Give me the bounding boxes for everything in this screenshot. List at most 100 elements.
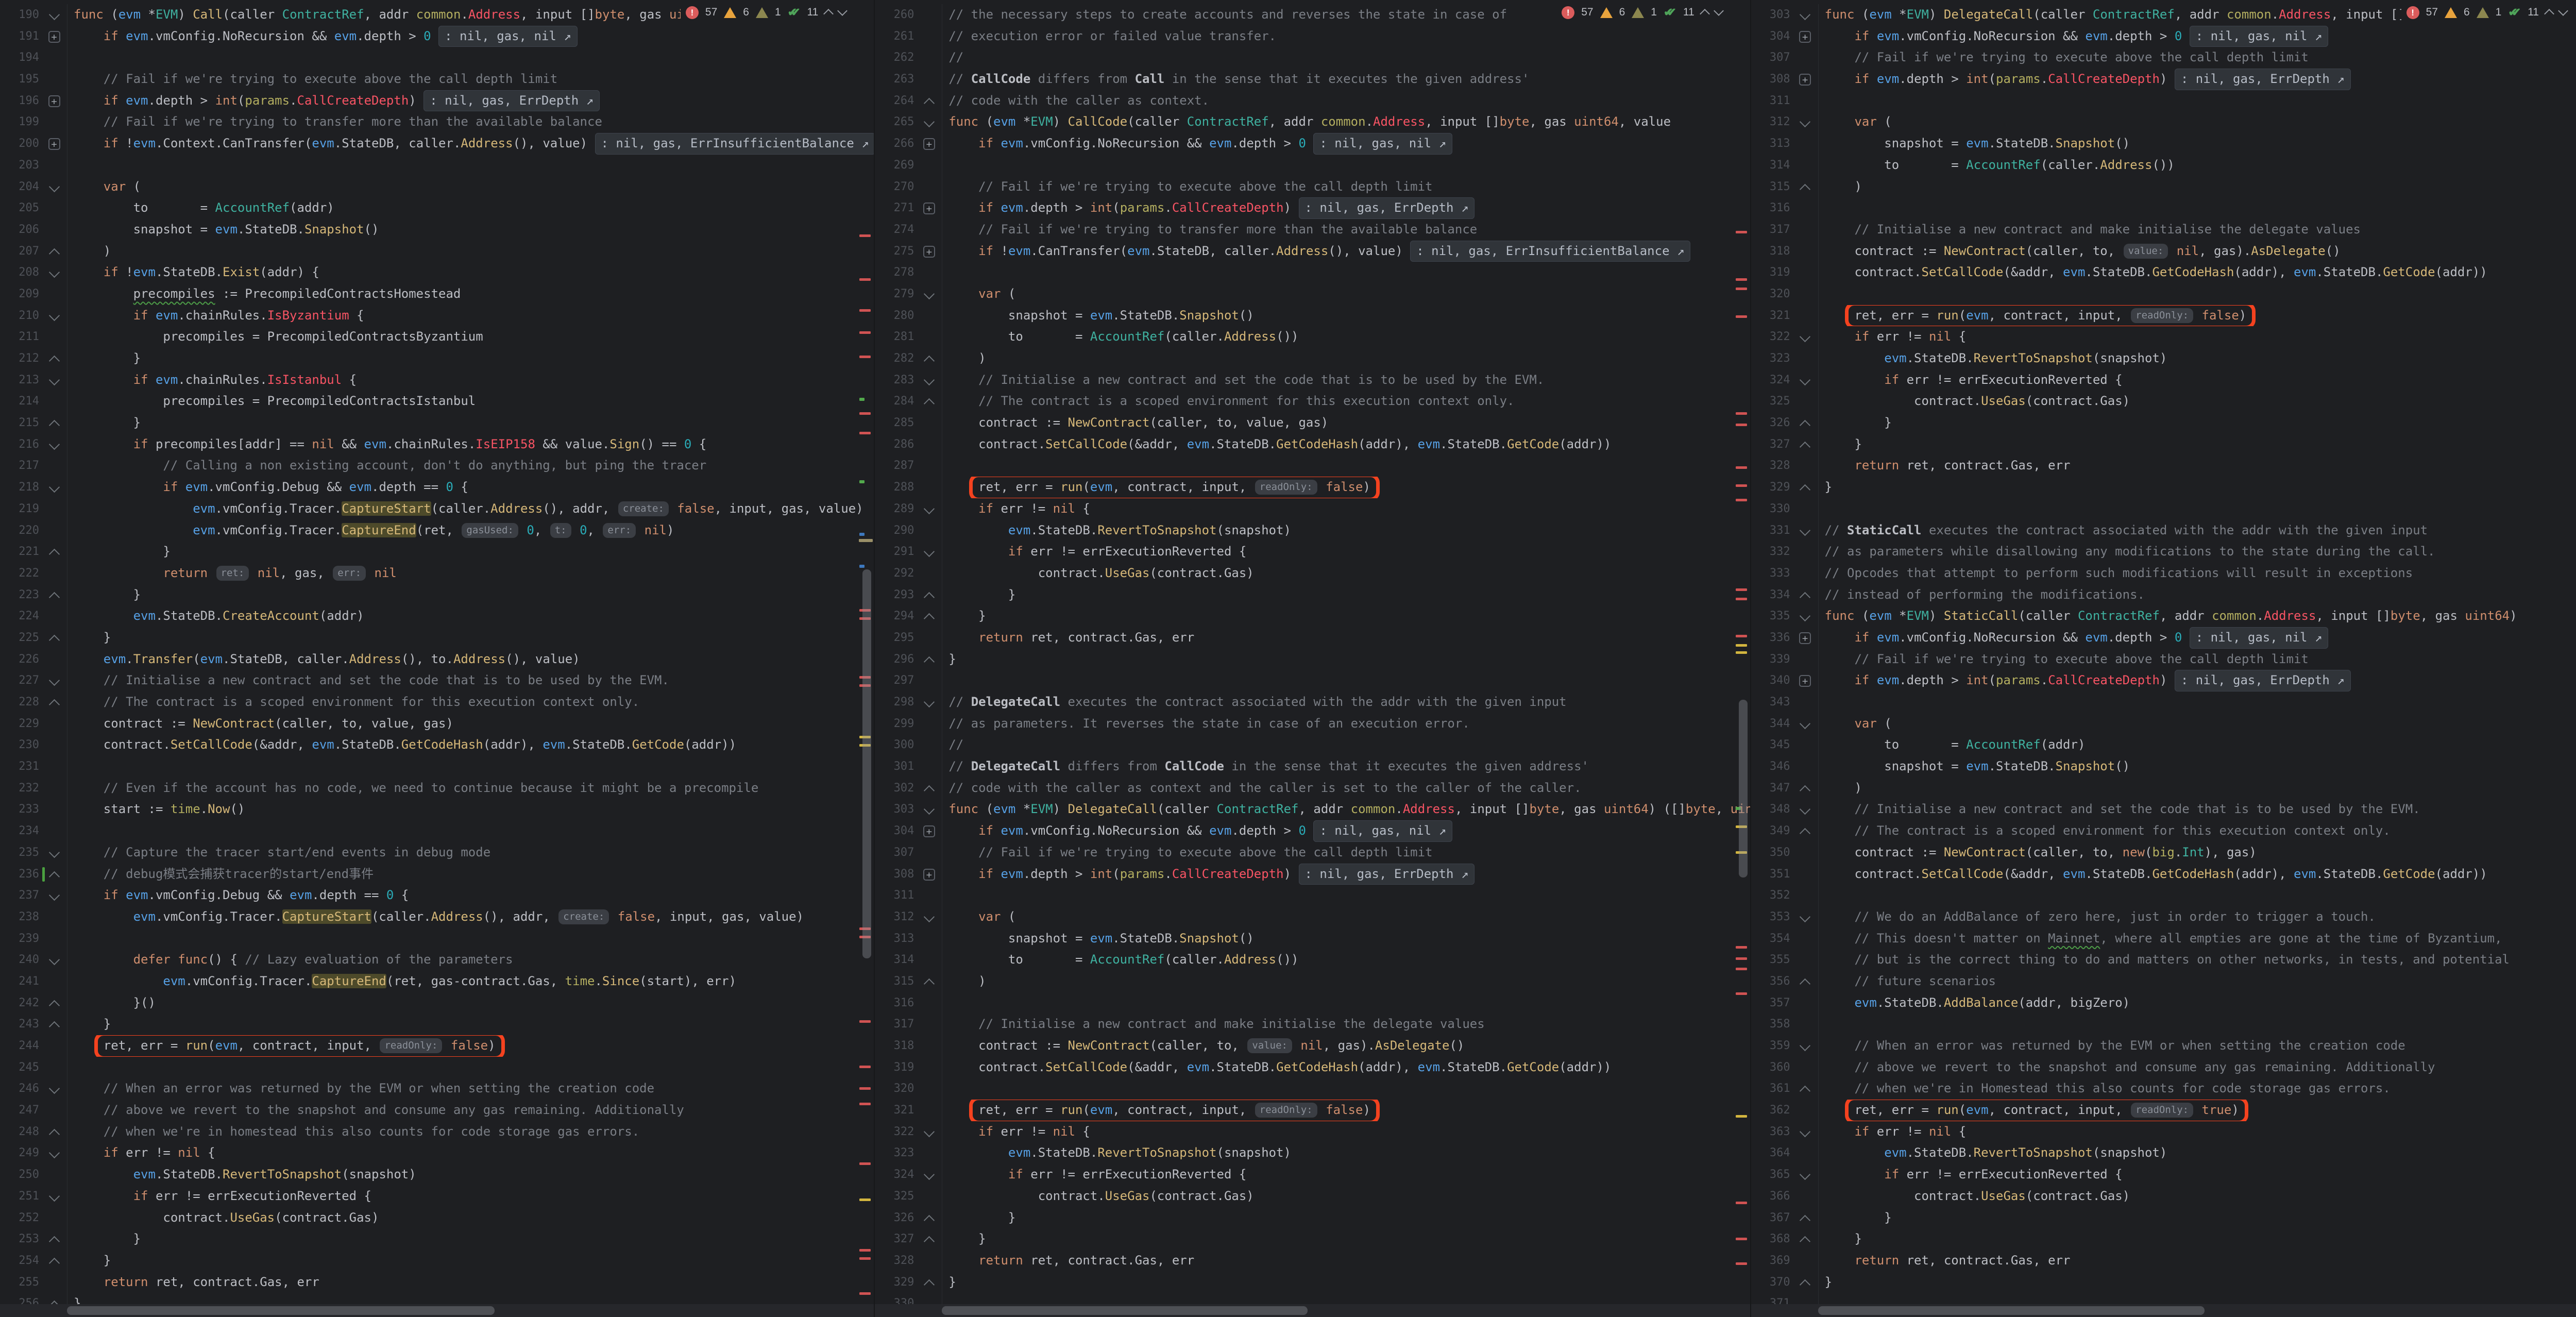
line-number[interactable]: 235 bbox=[0, 842, 41, 864]
line-number[interactable]: 297 bbox=[875, 670, 916, 691]
code-line-321[interactable]: 321 ret, err = run(evm, contract, input,… bbox=[1751, 305, 2576, 327]
line-number[interactable]: 301 bbox=[875, 756, 916, 778]
code-line-370[interactable]: 370} bbox=[1751, 1272, 2576, 1293]
code-text[interactable]: if err != errExecutionReverted { bbox=[1818, 1164, 2576, 1186]
code-line-253[interactable]: 253 } bbox=[0, 1228, 874, 1250]
line-number[interactable]: 329 bbox=[1751, 477, 1792, 498]
line-number[interactable]: 225 bbox=[0, 627, 41, 649]
code-text[interactable]: } bbox=[942, 1228, 1750, 1250]
code-text[interactable]: } bbox=[942, 649, 1750, 670]
code-line-359[interactable]: 359 // When an error was returned by the… bbox=[1751, 1035, 2576, 1057]
unfold-icon[interactable]: + bbox=[923, 202, 935, 214]
unfold-icon[interactable]: + bbox=[1799, 74, 1811, 86]
code-line-346[interactable]: 346 snapshot = evm.StateDB.Snapshot() bbox=[1751, 756, 2576, 778]
line-number[interactable]: 323 bbox=[875, 1142, 916, 1164]
fold-region-start-icon[interactable] bbox=[48, 482, 59, 493]
code-text[interactable]: // Fail if we're trying to execute above… bbox=[1818, 47, 2576, 69]
code-line-325[interactable]: 325 contract.UseGas(contract.Gas) bbox=[875, 1186, 1750, 1207]
line-number[interactable]: 313 bbox=[875, 928, 916, 950]
code-text[interactable] bbox=[1818, 197, 2576, 219]
code-text[interactable]: to = AccountRef(addr) bbox=[1818, 734, 2576, 756]
line-number[interactable]: 359 bbox=[1751, 1035, 1792, 1057]
code-text[interactable]: if evm.depth > int(params.CallCreateDept… bbox=[67, 90, 874, 112]
code-line-229[interactable]: 229 contract := NewContract(caller, to, … bbox=[0, 713, 874, 735]
unfold-icon[interactable]: + bbox=[1799, 31, 1811, 43]
code-line-295[interactable]: 295 return ret, contract.Gas, err bbox=[875, 627, 1750, 649]
line-number[interactable]: 326 bbox=[875, 1207, 916, 1229]
code-line-339[interactable]: 339 // Fail if we're trying to execute a… bbox=[1751, 649, 2576, 670]
code-line-312[interactable]: 312 var ( bbox=[875, 906, 1750, 928]
code-text[interactable]: ) bbox=[1818, 176, 2576, 198]
fold-region-start-icon[interactable] bbox=[1800, 1126, 1810, 1137]
code-text[interactable]: contract.SetCallCode(&addr, evm.StateDB.… bbox=[67, 734, 874, 756]
code-line-323[interactable]: 323 evm.StateDB.RevertToSnapshot(snapsho… bbox=[1751, 348, 2576, 369]
code-line-294[interactable]: 294 } bbox=[875, 605, 1750, 627]
line-number[interactable]: 303 bbox=[1751, 4, 1792, 26]
line-number[interactable]: 286 bbox=[875, 434, 916, 455]
code-line-271[interactable]: 271+ if evm.depth > int(params.CallCreat… bbox=[875, 197, 1750, 219]
code-text[interactable]: contract := NewContract(caller, to, new(… bbox=[1818, 842, 2576, 864]
previous-problem-button[interactable] bbox=[2544, 9, 2554, 19]
line-number[interactable]: 307 bbox=[1751, 47, 1792, 69]
folded-code-chip[interactable]: : nil, gas, ErrInsufficientBalance ↗ bbox=[595, 133, 874, 155]
code-line-265[interactable]: 265func (evm *EVM) CallCode(caller Contr… bbox=[875, 111, 1750, 133]
folded-code-chip[interactable]: : nil, gas, ErrInsufficientBalance ↗ bbox=[1410, 241, 1690, 262]
code-text[interactable]: } bbox=[942, 1272, 1750, 1293]
line-number[interactable]: 236 bbox=[0, 864, 41, 885]
fold-region-end-icon[interactable] bbox=[48, 635, 59, 646]
code-text[interactable]: return ret, contract.Gas, err bbox=[67, 1272, 874, 1293]
code-text[interactable]: ret, err = run(evm, contract, input, rea… bbox=[942, 477, 1750, 498]
fold-region-end-icon[interactable] bbox=[924, 785, 935, 796]
line-number[interactable]: 329 bbox=[875, 1272, 916, 1293]
line-number[interactable]: 243 bbox=[0, 1014, 41, 1035]
code-text[interactable] bbox=[67, 155, 874, 176]
code-text[interactable] bbox=[1818, 90, 2576, 112]
line-number[interactable]: 208 bbox=[0, 262, 41, 283]
line-number[interactable]: 199 bbox=[0, 111, 41, 133]
code-text[interactable]: } bbox=[1818, 1207, 2576, 1229]
code-text[interactable]: contract := NewContract(caller, to, valu… bbox=[1818, 241, 2576, 262]
code-line-205[interactable]: 205 to = AccountRef(addr) bbox=[0, 197, 874, 219]
code-text[interactable]: precompiles := PrecompiledContractsHomes… bbox=[67, 283, 874, 305]
code-line-307[interactable]: 307 // Fail if we're trying to execute a… bbox=[875, 842, 1750, 864]
code-line-301[interactable]: 301// DelegateCall differs from CallCode… bbox=[875, 756, 1750, 778]
code-text[interactable]: if evm.chainRules.IsIstanbul { bbox=[67, 369, 874, 391]
code-text[interactable]: if evm.vmConfig.Debug && evm.depth == 0 … bbox=[67, 477, 874, 498]
code-text[interactable]: evm.StateDB.AddBalance(addr, bigZero) bbox=[1818, 992, 2576, 1014]
code-text[interactable]: return ret, contract.Gas, err bbox=[942, 1250, 1750, 1272]
code-line-327[interactable]: 327 } bbox=[875, 1228, 1750, 1250]
code-line-308[interactable]: 308+ if evm.depth > int(params.CallCreat… bbox=[875, 864, 1750, 885]
code-line-323[interactable]: 323 evm.StateDB.RevertToSnapshot(snapsho… bbox=[875, 1142, 1750, 1164]
horizontal-scrollbar-thumb[interactable] bbox=[67, 1306, 495, 1315]
code-line-334[interactable]: 334// instead of performing the modifica… bbox=[1751, 584, 2576, 606]
code-line-225[interactable]: 225 } bbox=[0, 627, 874, 649]
code-text[interactable]: } bbox=[67, 412, 874, 434]
code-line-226[interactable]: 226 evm.Transfer(evm.StateDB, caller.Add… bbox=[0, 649, 874, 670]
line-number[interactable]: 322 bbox=[1751, 326, 1792, 348]
code-line-235[interactable]: 235 // Capture the tracer start/end even… bbox=[0, 842, 874, 864]
line-number[interactable]: 325 bbox=[1751, 391, 1792, 412]
code-line-322[interactable]: 322 if err != nil { bbox=[1751, 326, 2576, 348]
line-number[interactable]: 348 bbox=[1751, 799, 1792, 820]
line-number[interactable]: 288 bbox=[875, 477, 916, 498]
line-number[interactable]: 264 bbox=[875, 90, 916, 112]
code-text[interactable]: ret, err = run(evm, contract, input, rea… bbox=[942, 1100, 1750, 1121]
line-number[interactable]: 291 bbox=[875, 541, 916, 563]
code-text[interactable]: } bbox=[67, 584, 874, 606]
line-number[interactable]: 260 bbox=[875, 4, 916, 26]
code-text[interactable]: // Initialise a new contract and make in… bbox=[1818, 219, 2576, 241]
previous-problem-button[interactable] bbox=[1700, 9, 1710, 19]
line-number[interactable]: 195 bbox=[0, 69, 41, 90]
unfold-icon[interactable]: + bbox=[1799, 632, 1811, 644]
line-number[interactable]: 207 bbox=[0, 241, 41, 262]
code-line-241[interactable]: 241 evm.vmConfig.Tracer.CaptureEnd(ret, … bbox=[0, 971, 874, 992]
folded-code-chip[interactable]: : nil, gas, ErrDepth ↗ bbox=[423, 90, 600, 112]
code-line-255[interactable]: 255 return ret, contract.Gas, err bbox=[0, 1272, 874, 1293]
code-text[interactable] bbox=[1818, 498, 2576, 520]
line-number[interactable]: 369 bbox=[1751, 1250, 1792, 1272]
code-text[interactable]: // When an error was returned by the EVM… bbox=[67, 1078, 874, 1100]
line-number[interactable]: 303 bbox=[875, 799, 916, 820]
code-text[interactable]: } bbox=[942, 605, 1750, 627]
code-text[interactable]: // Fail if we're trying to execute above… bbox=[67, 69, 874, 90]
code-text[interactable]: // Fail if we're trying to transfer more… bbox=[942, 219, 1750, 241]
